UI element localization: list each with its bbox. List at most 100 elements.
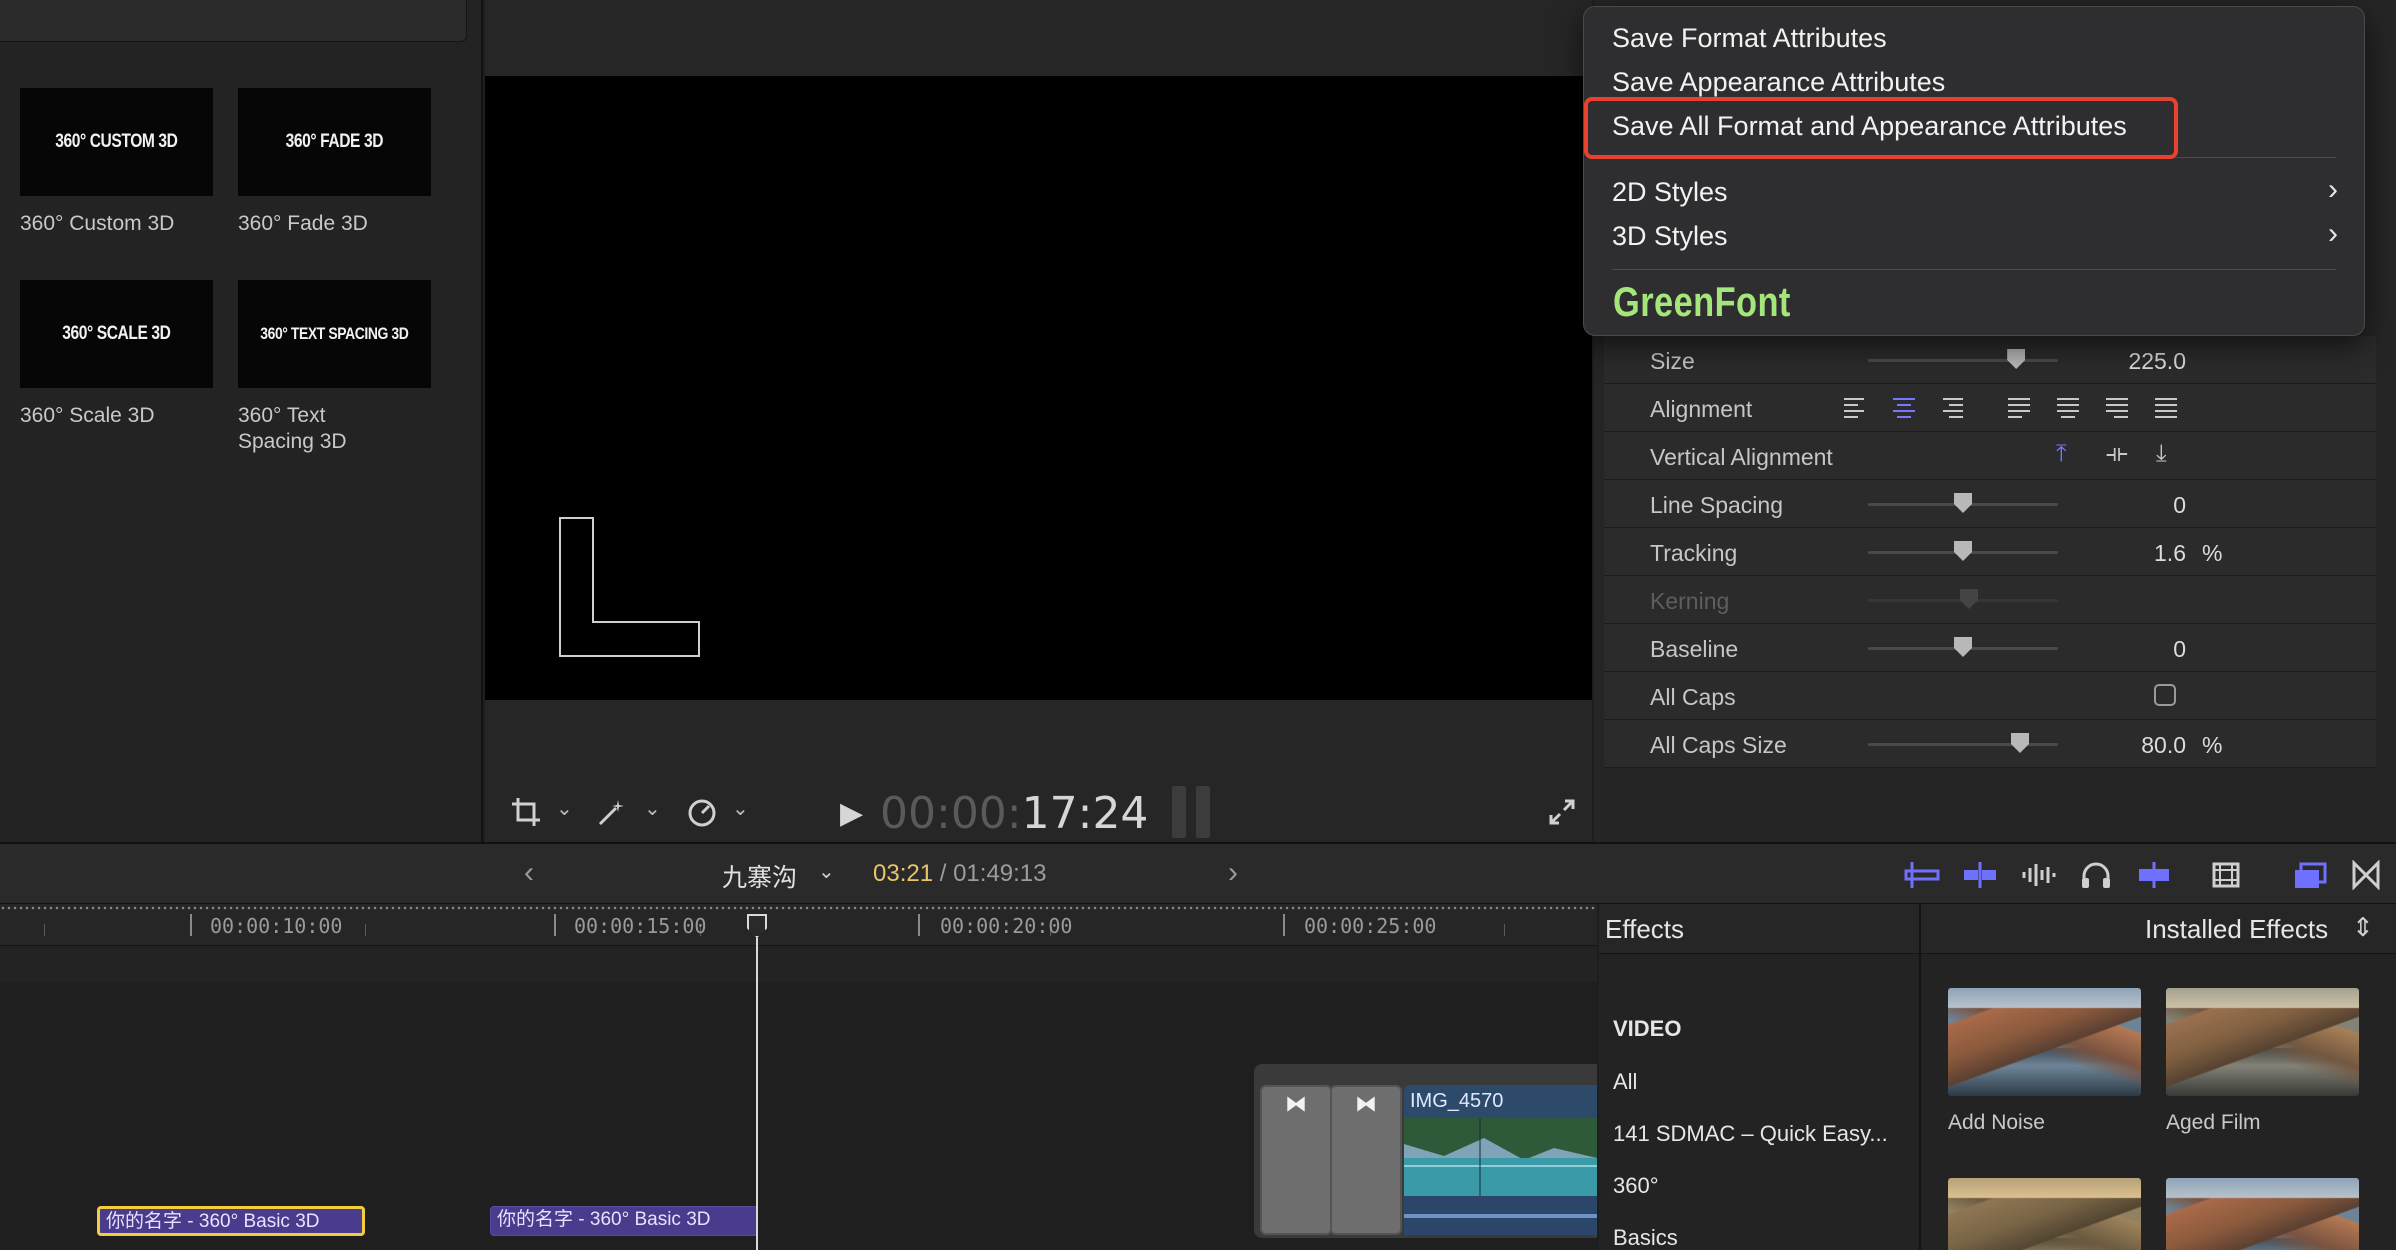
installed-effects-dropdown[interactable]: Installed Effects (2145, 914, 2328, 945)
line-spacing-slider-knob[interactable] (1954, 493, 1972, 513)
audio-skimming-icon[interactable] (2018, 858, 2058, 892)
inspector-row-size: Size 225.0 (1604, 336, 2376, 384)
title-tile-text-spacing-3d[interactable]: 360° TEXT SPACING 3D 360° Text Spacing 3… (238, 280, 458, 455)
justify-left-icon[interactable] (2008, 394, 2036, 422)
play-icon[interactable]: ▶ (840, 796, 863, 831)
highlight-box (1584, 97, 2178, 159)
size-slider-knob[interactable] (2007, 349, 2026, 369)
justify-right-icon[interactable] (2106, 394, 2134, 422)
justify-center-icon[interactable] (2057, 394, 2085, 422)
chevron-right-icon: › (2328, 173, 2338, 206)
chevron-down-icon[interactable]: ⌄ (556, 796, 573, 821)
align-center-icon[interactable] (1893, 394, 1921, 422)
menu-item-2d-styles[interactable]: 2D Styles (1612, 177, 1728, 208)
baseline-value[interactable]: 0 (2173, 636, 2186, 663)
solo-icon[interactable] (2134, 858, 2174, 892)
menu-item-save-format-attributes[interactable]: Save Format Attributes (1612, 23, 1887, 54)
chevron-right-icon: › (2328, 217, 2338, 250)
effect-tile-aged-film[interactable]: Aged Film (2166, 988, 2361, 1135)
size-value[interactable]: 225.0 (2128, 348, 2186, 375)
playhead[interactable] (756, 916, 758, 1250)
show-browser-icon[interactable] (2290, 858, 2330, 892)
clip-audio-waveform (1404, 1196, 1597, 1235)
tile-label-line: 360° Text (238, 404, 326, 427)
timeline-total-time: 01:49:13 (953, 860, 1047, 887)
kerning-slider-knob (1960, 589, 1978, 609)
chevron-right-icon[interactable]: › (1228, 856, 1238, 890)
tracking-label: Tracking (1650, 540, 1738, 566)
transition-clip[interactable]: ⧓ (1330, 1085, 1402, 1235)
tile-label: 360° Fade 3D (238, 212, 368, 235)
updown-chevron-icon[interactable]: ⇕ (2352, 912, 2374, 943)
menu-item-3d-styles[interactable]: 3D Styles (1612, 221, 1728, 252)
chevron-left-icon[interactable]: ‹ (524, 856, 534, 890)
align-left-icon[interactable] (1844, 394, 1872, 422)
title-clip-selected[interactable]: 你的名字 - 360° Basic 3D (97, 1206, 365, 1236)
title-tile-scale-3d[interactable]: 360° SCALE 3D 360° Scale 3D (20, 280, 240, 429)
valign-bottom-icon[interactable]: ⤓ (2156, 440, 2167, 468)
title-tile-fade-3d[interactable]: 360° FADE 3D 360° Fade 3D (238, 88, 458, 237)
menu-item-save-appearance-attributes[interactable]: Save Appearance Attributes (1612, 67, 1945, 98)
chevron-down-icon[interactable]: ⌄ (818, 859, 835, 884)
category-item-all[interactable]: All (1613, 1069, 1637, 1095)
effect-thumbnail (2166, 1178, 2359, 1250)
effect-tile[interactable] (1948, 1178, 2143, 1250)
audio-meter (1172, 786, 1212, 838)
align-right-icon[interactable] (1943, 394, 1971, 422)
effect-label: Aged Film (2166, 1111, 2261, 1134)
project-name[interactable]: 九寨沟 (722, 858, 797, 894)
all-caps-size-value[interactable]: 80.0 (2141, 732, 2186, 759)
all-caps-label: All Caps (1650, 684, 1736, 710)
magic-wand-icon[interactable] (590, 792, 634, 832)
category-item-basics[interactable]: Basics (1613, 1225, 1678, 1250)
all-caps-size-slider[interactable] (1868, 743, 2058, 746)
ruler-dotted-line (0, 906, 1597, 910)
tracking-value[interactable]: 1.6 (2154, 540, 2186, 567)
tile-thumbnail: 360° FADE 3D (238, 88, 431, 196)
title-clip[interactable]: 你的名字 - 360° Basic 3D (490, 1206, 758, 1236)
timecode-separator: / (933, 860, 954, 887)
transition-clip[interactable]: ⧓ (1260, 1085, 1332, 1235)
baseline-slider-knob[interactable] (1954, 637, 1972, 657)
effect-thumbnail (2166, 988, 2359, 1096)
category-item-sdmac[interactable]: 141 SDMAC – Quick Easy... (1613, 1121, 1888, 1147)
justify-full-icon[interactable] (2155, 394, 2183, 422)
headphones-icon[interactable] (2076, 858, 2116, 892)
baseline-label: Baseline (1650, 636, 1739, 662)
title-tile-custom-3d[interactable]: 360° CUSTOM 3D 360° Custom 3D (20, 88, 240, 237)
ruler-label: 00:00:15:00 (574, 914, 707, 938)
timeline-lane (0, 946, 1597, 982)
chevron-down-icon[interactable]: ⌄ (644, 796, 661, 821)
tracking-slider-knob[interactable] (1954, 541, 1972, 561)
effect-tile-add-noise[interactable]: Add Noise (1948, 988, 2143, 1135)
ruler-tick (44, 924, 45, 936)
inspector-row-tracking: Tracking 1.6 % (1604, 528, 2376, 576)
ruler-tick (190, 914, 192, 936)
chevron-down-icon[interactable]: ⌄ (732, 796, 749, 821)
speed-gauge-icon[interactable] (680, 792, 724, 832)
transitions-icon[interactable] (2346, 858, 2386, 892)
browser-search-field[interactable] (0, 0, 467, 42)
effect-thumbnail (1948, 988, 2141, 1096)
viewer-canvas[interactable] (485, 76, 1592, 700)
valign-top-icon[interactable]: ⤒ (2056, 440, 2067, 468)
fullscreen-icon[interactable] (1540, 792, 1584, 832)
clip-appearance-icon[interactable] (2206, 858, 2246, 892)
inspector-row-baseline: Baseline 0 (1604, 624, 2376, 672)
line-spacing-value[interactable]: 0 (2173, 492, 2186, 519)
all-caps-size-slider-knob[interactable] (2011, 733, 2029, 753)
category-item-360[interactable]: 360° (1613, 1173, 1659, 1199)
valign-middle-icon[interactable]: ⟛ (2106, 440, 2128, 468)
inspector-row-line-spacing: Line Spacing 0 (1604, 480, 2376, 528)
ruler-tick (1504, 924, 1505, 936)
effect-tile[interactable] (2166, 1178, 2361, 1250)
viewer-timecode[interactable]: 00:00: 17:24 (880, 784, 1148, 842)
skimming-icon[interactable] (1902, 858, 1942, 892)
snapping-icon[interactable] (1960, 858, 2000, 892)
crop-icon[interactable] (504, 792, 548, 832)
menu-item-greenfont-style[interactable]: GreenFont (1613, 278, 1791, 326)
size-slider[interactable] (1868, 359, 2058, 362)
all-caps-checkbox[interactable] (2154, 684, 2176, 706)
ruler-label: 00:00:10:00 (210, 914, 343, 938)
tracking-unit: % (2202, 540, 2223, 566)
